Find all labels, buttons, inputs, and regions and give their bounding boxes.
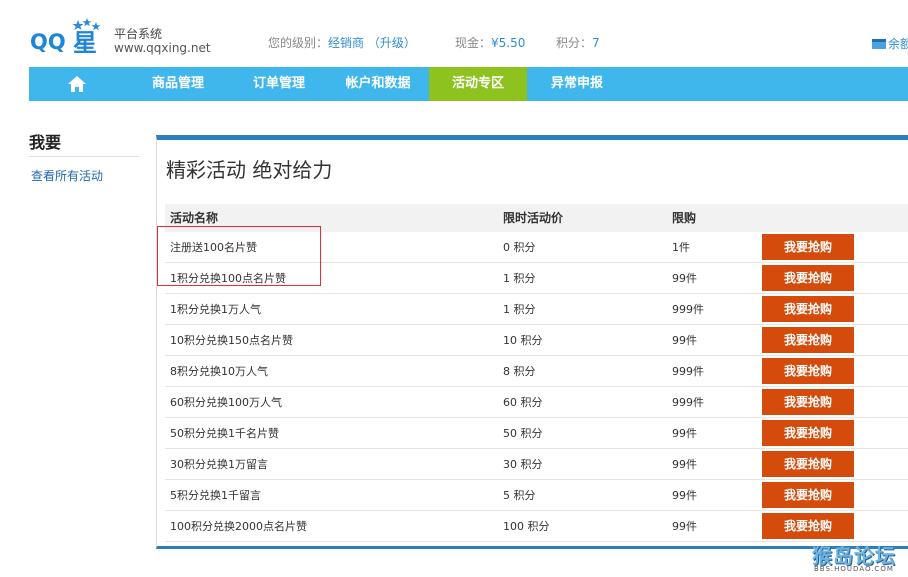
buy-now-button[interactable]: 我要抢购 (762, 234, 854, 260)
nav-item-account[interactable]: 帐户和数据 (327, 67, 429, 101)
activity-name: 10积分兑换150点名片赞 (170, 334, 293, 347)
table-row: 8积分兑换10万人气 8 积分 999件 我要抢购 (165, 356, 908, 387)
activity-price: 100 积分 (503, 520, 550, 533)
activity-name: 5积分兑换1千留言 (170, 489, 261, 502)
activity-limit: 999件 (672, 365, 704, 378)
level-label: 您的级别： (268, 36, 329, 50)
buy-now-button[interactable]: 我要抢购 (762, 358, 854, 384)
view-all-activities-link[interactable]: 查看所有活动 (29, 167, 139, 184)
activity-limit: 99件 (672, 427, 697, 440)
activity-limit: 1件 (672, 241, 690, 254)
buy-now-button[interactable]: 我要抢购 (762, 296, 854, 322)
logo-star-text: 星 (73, 29, 97, 57)
user-level: 您的级别：经销商 （升级） (268, 36, 416, 50)
column-header-price: 限时活动价 (503, 211, 564, 225)
nav-item-orders[interactable]: 订单管理 (231, 67, 327, 101)
activity-price: 8 积分 (503, 365, 536, 378)
activity-limit: 99件 (672, 458, 697, 471)
qqxing-logo[interactable]: QQ 星 (30, 18, 110, 58)
home-icon (68, 76, 86, 92)
sidebar: 我要 查看所有活动 (29, 133, 139, 184)
table-row: 50积分兑换1千名片赞 50 积分 99件 我要抢购 (165, 418, 908, 449)
level-value-link[interactable]: 经销商 （升级） (328, 36, 416, 50)
buy-now-button[interactable]: 我要抢购 (762, 265, 854, 291)
brand-url: www.qqxing.net (114, 41, 211, 55)
activity-price: 1 积分 (503, 303, 536, 316)
table-row: 60积分兑换100万人气 60 积分 999件 我要抢购 (165, 387, 908, 418)
card-icon (872, 39, 886, 49)
table-row: 30积分兑换1万留言 30 积分 99件 我要抢购 (165, 449, 908, 480)
activity-name: 8积分兑换10万人气 (170, 365, 268, 378)
activity-limit: 999件 (672, 303, 704, 316)
nav-item-activities[interactable]: 活动专区 (429, 67, 527, 101)
activity-limit: 99件 (672, 334, 697, 347)
logo-qq-text: QQ (30, 30, 66, 54)
column-header-limit: 限购 (672, 211, 697, 225)
nav-home[interactable] (29, 67, 125, 101)
activity-price: 60 积分 (503, 396, 543, 409)
points-balance: 积分：7 (556, 36, 600, 50)
main-nav: 商品管理 订单管理 帐户和数据 活动专区 异常申报 (29, 67, 908, 101)
activity-price: 0 积分 (503, 241, 536, 254)
logo-star-icon (82, 18, 92, 27)
activity-price: 10 积分 (503, 334, 543, 347)
points-label: 积分： (556, 36, 593, 50)
activity-name: 50积分兑换1千名片赞 (170, 427, 279, 440)
buy-now-button[interactable]: 我要抢购 (762, 327, 854, 353)
buy-now-button[interactable]: 我要抢购 (762, 389, 854, 415)
highlight-box (157, 226, 321, 286)
activity-name: 100积分兑换2000点名片赞 (170, 520, 307, 533)
activity-price: 1 积分 (503, 272, 536, 285)
table-row: 5积分兑换1千留言 5 积分 99件 我要抢购 (165, 480, 908, 511)
buy-now-button[interactable]: 我要抢购 (762, 482, 854, 508)
activity-name: 1积分兑换1万人气 (170, 303, 261, 316)
nav-item-exceptions[interactable]: 异常申报 (527, 67, 627, 101)
cash-value: ¥5.50 (491, 36, 526, 50)
activities-panel: 精彩活动 绝对给力 活动名称 限时活动价 限购 注册送100名片赞 0 积分 1件我… (156, 135, 908, 549)
table-row: 100积分兑换2000点名片赞 100 积分 99件 我要抢购 (165, 511, 908, 542)
buy-now-button[interactable]: 我要抢购 (762, 451, 854, 477)
activity-limit: 99件 (672, 272, 697, 285)
activity-name: 30积分兑换1万留言 (170, 458, 268, 471)
table-row: 1积分兑换1万人气 1 积分 999件 我要抢购 (165, 294, 908, 325)
buy-now-button[interactable]: 我要抢购 (762, 513, 854, 539)
buy-now-button[interactable]: 我要抢购 (762, 420, 854, 446)
table-row: 10积分兑换150点名片赞 10 积分 99件 我要抢购 (165, 325, 908, 356)
balance-link[interactable]: 余额 (872, 35, 908, 52)
forum-watermark: 猴岛论坛 BBS.HOUDAO.COM (812, 540, 908, 577)
activity-limit: 99件 (672, 520, 697, 533)
activity-price: 5 积分 (503, 489, 536, 502)
activity-price: 50 积分 (503, 427, 543, 440)
activity-price: 30 积分 (503, 458, 543, 471)
activity-limit: 99件 (672, 489, 697, 502)
watermark-url: BBS.HOUDAO.COM (814, 565, 894, 573)
brand-subtitle: 平台系统 (114, 27, 163, 41)
activity-name: 60积分兑换100万人气 (170, 396, 282, 409)
activity-limit: 999件 (672, 396, 704, 409)
balance-label: 余额 (888, 37, 908, 51)
points-value: 7 (592, 36, 600, 50)
cash-balance: 现金：¥5.50 (455, 36, 525, 50)
page-title: 精彩活动 绝对给力 (166, 158, 333, 182)
nav-item-products[interactable]: 商品管理 (125, 67, 231, 101)
top-header: QQ 星 平台系统 www.qqxing.net 您的级别：经销商 （升级） 现… (0, 0, 908, 68)
cash-label: 现金： (455, 36, 492, 50)
sidebar-title: 我要 (29, 133, 139, 157)
